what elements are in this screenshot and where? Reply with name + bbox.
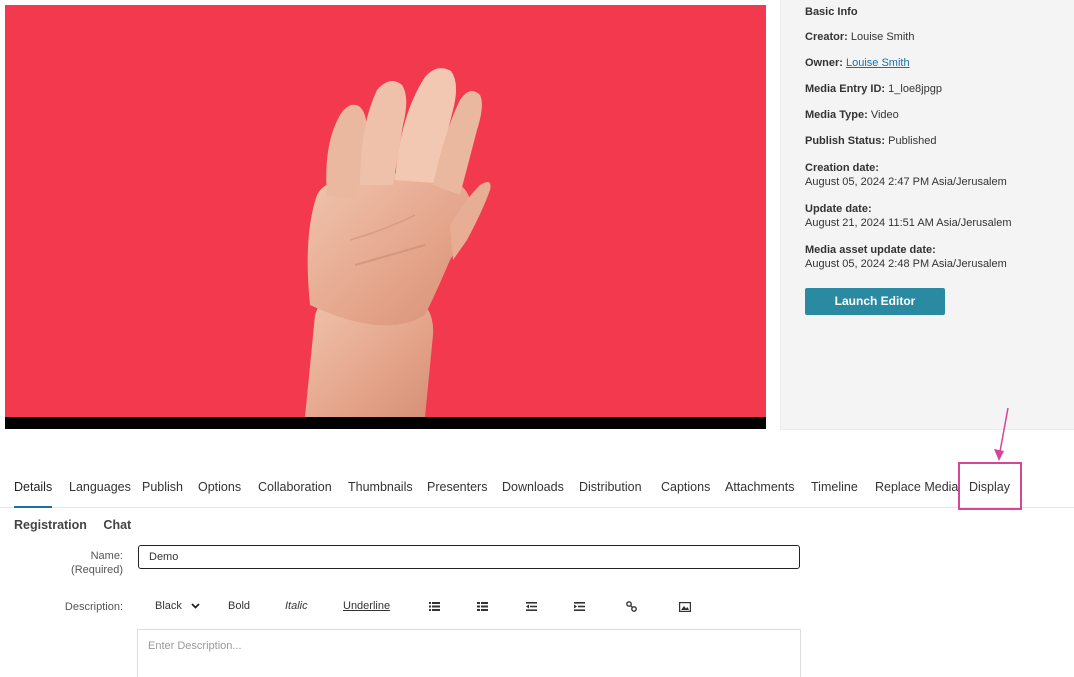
basic-info-heading: Basic Info (805, 6, 858, 18)
description-label: Description: (64, 601, 123, 613)
name-required-label: (Required) (71, 564, 123, 576)
owner-row: Owner: Louise Smith (805, 57, 1074, 70)
display-tab-highlight-box (958, 462, 1022, 510)
tab-publish[interactable]: Publish (142, 480, 183, 494)
tab-languages[interactable]: Languages (69, 480, 131, 494)
annotation-arrow-icon (994, 407, 1009, 461)
tab-timeline[interactable]: Timeline (811, 480, 858, 494)
update-date-block: Update date: August 21, 2024 11:51 AM As… (805, 202, 1074, 230)
owner-label: Owner: (805, 57, 843, 69)
tab-registration[interactable]: Registration (14, 518, 87, 532)
tab-distribution[interactable]: Distribution (579, 480, 642, 494)
outdent-icon[interactable] (526, 602, 537, 611)
creator-value: Louise Smith (850, 31, 915, 43)
asset-update-block: Media asset update date: August 05, 2024… (805, 243, 1074, 271)
bold-button[interactable]: Bold (228, 600, 250, 612)
creation-date-value: August 05, 2024 2:47 PM Asia/Jerusalem (805, 176, 1007, 188)
name-label-group: Name: (Required) (0, 549, 123, 577)
tab-details[interactable]: Details (14, 480, 53, 508)
tab-presenters[interactable]: Presenters (427, 480, 487, 494)
name-input[interactable]: Demo (138, 545, 800, 569)
color-dropdown[interactable]: Black (155, 600, 200, 612)
name-label: Name: (90, 550, 123, 562)
bulleted-list-icon[interactable] (429, 602, 440, 611)
sub-tab-bar: Registration Chat (14, 518, 144, 532)
description-textarea[interactable]: Enter Description... (137, 629, 801, 677)
asset-update-value: August 05, 2024 2:48 PM Asia/Jerusalem (805, 258, 1007, 270)
publish-status-row: Publish Status: Published (805, 135, 1074, 148)
chevron-down-icon (191, 600, 200, 612)
image-icon[interactable] (679, 602, 691, 612)
tab-replace-media[interactable]: Replace Media (875, 480, 958, 494)
tab-captions[interactable]: Captions (661, 480, 710, 494)
media-type-value: Video (870, 109, 899, 121)
launch-editor-button[interactable]: Launch Editor (805, 288, 945, 315)
tab-chat[interactable]: Chat (103, 518, 131, 532)
video-letterbox (5, 417, 766, 429)
color-dropdown-value: Black (155, 600, 182, 612)
publish-status-label: Publish Status: (805, 135, 886, 147)
tab-attachments[interactable]: Attachments (725, 480, 794, 494)
link-icon[interactable] (626, 601, 637, 612)
entry-id-row: Media Entry ID: 1_loe8jpgp (805, 83, 1074, 96)
basic-info-panel: Basic Info Creator: Louise Smith Owner: … (780, 0, 1074, 430)
underline-button[interactable]: Underline (343, 600, 390, 612)
numbered-list-icon[interactable] (477, 602, 488, 611)
media-edit-page: Basic Info Creator: Louise Smith Owner: … (0, 0, 1074, 677)
media-type-label: Media Type: (805, 109, 868, 121)
video-player[interactable] (5, 5, 766, 429)
video-frame-hand (305, 68, 491, 417)
tab-options[interactable]: Options (198, 480, 241, 494)
owner-link[interactable]: Louise Smith (846, 57, 910, 69)
tab-downloads[interactable]: Downloads (502, 480, 564, 494)
description-toolbar: Black Bold Italic Underline (138, 596, 800, 618)
entry-id-value: 1_loe8jpgp (888, 83, 942, 95)
description-placeholder: Enter Description... (148, 640, 242, 652)
indent-icon[interactable] (574, 602, 585, 611)
creation-date-block: Creation date: August 05, 2024 2:47 PM A… (805, 161, 1074, 189)
update-date-value: August 21, 2024 11:51 AM Asia/Jerusalem (805, 217, 1012, 229)
update-date-label: Update date: (805, 203, 872, 215)
creation-date-label: Creation date: (805, 162, 879, 174)
tab-thumbnails[interactable]: Thumbnails (348, 480, 413, 494)
italic-button[interactable]: Italic (285, 600, 308, 612)
publish-status-value: Published (888, 135, 937, 147)
creator-row: Creator: Louise Smith (805, 31, 1074, 44)
creator-label: Creator: (805, 31, 848, 43)
tab-collaboration[interactable]: Collaboration (258, 480, 332, 494)
asset-update-label: Media asset update date: (805, 244, 936, 256)
tab-bar: Details Languages Publish Options Collab… (0, 462, 1074, 508)
media-type-row: Media Type: Video (805, 109, 1074, 122)
entry-id-label: Media Entry ID: (805, 83, 886, 95)
